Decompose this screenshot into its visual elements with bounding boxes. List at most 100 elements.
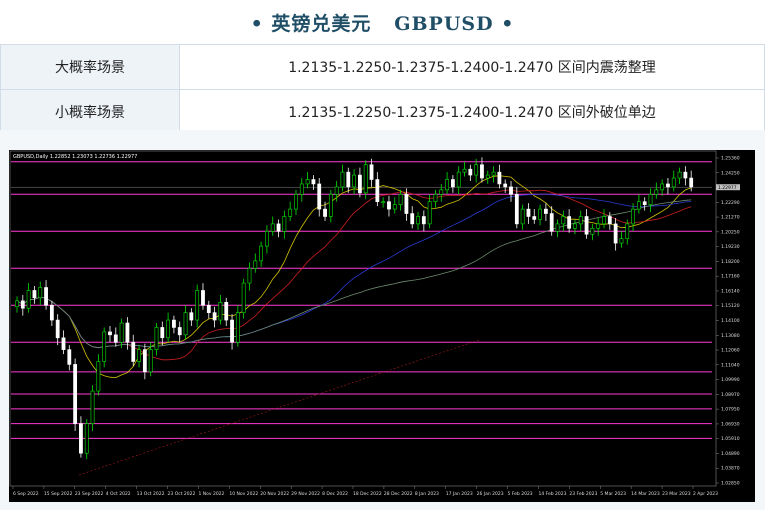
y-tick-label: 1.21270 bbox=[721, 215, 740, 221]
candle-body bbox=[183, 312, 188, 336]
y-tick-label: 1.16140 bbox=[721, 288, 740, 294]
y-tick-label: 1.20250 bbox=[721, 229, 740, 235]
candle-body bbox=[590, 228, 595, 235]
x-tick-label: 5 Feb 2023 bbox=[508, 491, 533, 497]
candle-body bbox=[201, 290, 205, 306]
candle-body bbox=[96, 361, 101, 392]
y-tick-label: 1.02850 bbox=[721, 481, 740, 487]
candle bbox=[73, 358, 78, 432]
candle-body bbox=[346, 171, 351, 188]
candle-body bbox=[514, 194, 519, 225]
candle-body bbox=[462, 168, 467, 173]
candle-body bbox=[654, 189, 659, 195]
candle-body bbox=[596, 223, 601, 229]
candle-body bbox=[450, 179, 455, 188]
x-tick-label: 15 Sep 2022 bbox=[44, 491, 73, 497]
page-title: • 英镑兑美元 GBPUSD • bbox=[250, 12, 515, 35]
candle-body bbox=[294, 194, 298, 210]
candle bbox=[102, 327, 107, 368]
candle-body bbox=[212, 312, 217, 321]
price-chart[interactable]: GBPUSD,Daily 1.22852 1.23073 1.22736 1.2… bbox=[9, 150, 755, 502]
candle-body bbox=[119, 322, 124, 343]
candle-body bbox=[328, 194, 333, 217]
candle-body bbox=[607, 216, 612, 225]
x-tick-label: 23 Oct 2022 bbox=[168, 491, 196, 497]
candle-body bbox=[265, 230, 269, 247]
candle-body bbox=[683, 171, 688, 179]
candle-body bbox=[660, 183, 665, 191]
y-tick-label: 1.22290 bbox=[721, 200, 740, 206]
candle-body bbox=[543, 208, 548, 214]
candle-body bbox=[177, 327, 182, 336]
y-tick-label: 1.05910 bbox=[721, 436, 740, 442]
chart-area: GBPUSD,Daily 1.22852 1.23073 1.22736 1.2… bbox=[0, 130, 765, 510]
candle-body bbox=[334, 186, 339, 195]
candle-body bbox=[61, 337, 66, 350]
candle-body bbox=[137, 349, 141, 362]
y-tick-label: 1.24250 bbox=[721, 170, 740, 176]
candle-body bbox=[520, 208, 525, 225]
candle-body bbox=[142, 349, 147, 373]
candle-body bbox=[84, 423, 89, 454]
candle-body bbox=[549, 213, 554, 232]
x-tick-label: 13 Oct 2022 bbox=[137, 491, 165, 497]
candle-body bbox=[113, 334, 118, 343]
candle-body bbox=[26, 290, 31, 309]
candle-body bbox=[224, 302, 229, 321]
candle-body bbox=[642, 201, 647, 205]
candle-body bbox=[532, 216, 537, 220]
candle-body bbox=[584, 216, 589, 235]
x-tick-label: 29 Nov 2022 bbox=[291, 491, 320, 497]
candle-body bbox=[468, 168, 473, 176]
candle-body bbox=[404, 194, 409, 214]
candle-body bbox=[619, 238, 624, 244]
candle-body bbox=[79, 423, 83, 454]
scenario-table: 大概率场景 1.2135-1.2250-1.2375-1.2400-1.2470… bbox=[0, 44, 765, 135]
row-value: 1.2135-1.2250-1.2375-1.2400-1.2470 区间外破位… bbox=[179, 89, 765, 135]
x-tick-label: 8 Jan 2023 bbox=[415, 491, 439, 497]
y-tick-label: 1.03870 bbox=[721, 466, 740, 472]
candle-body bbox=[108, 331, 112, 336]
y-tick-label: 1.04890 bbox=[721, 451, 740, 457]
candle-body bbox=[67, 349, 72, 365]
candle-body bbox=[352, 174, 356, 188]
candle-body bbox=[445, 179, 449, 191]
candle-body bbox=[305, 179, 310, 185]
candle-body bbox=[375, 179, 380, 203]
x-tick-label: 26 Jan 2023 bbox=[477, 491, 504, 497]
x-tick-label: 23 Sep 2022 bbox=[75, 491, 104, 497]
y-tick-label: 1.25360 bbox=[721, 156, 740, 162]
candle-body bbox=[363, 164, 368, 194]
candle-body bbox=[526, 208, 531, 217]
candle-body bbox=[235, 312, 240, 343]
candle-body bbox=[456, 171, 461, 188]
candle-body bbox=[613, 223, 618, 244]
candle-body bbox=[392, 204, 397, 210]
candle-body bbox=[189, 312, 194, 321]
candle-body bbox=[323, 208, 327, 217]
table-row: 小概率场景 1.2135-1.2250-1.2375-1.2400-1.2470… bbox=[0, 89, 765, 135]
x-tick-label: 17 Jan 2023 bbox=[446, 491, 473, 497]
candle-body bbox=[503, 183, 508, 188]
x-tick-label: 14 Feb 2023 bbox=[538, 491, 566, 497]
candle-body bbox=[427, 201, 432, 225]
candle-body bbox=[416, 216, 420, 225]
candle-body bbox=[636, 201, 641, 210]
candle-body bbox=[160, 327, 165, 339]
candle-body bbox=[567, 216, 572, 229]
candle-body bbox=[369, 164, 374, 180]
x-tick-label: 23 Mar 2023 bbox=[662, 491, 691, 497]
candle-body bbox=[241, 282, 246, 313]
y-tick-label: 1.15120 bbox=[721, 303, 740, 309]
candle-body bbox=[218, 302, 223, 321]
candle-body bbox=[282, 216, 287, 232]
y-tick-label: 1.19230 bbox=[721, 244, 740, 250]
candle-body bbox=[154, 327, 159, 350]
y-tick-label: 1.12060 bbox=[721, 348, 740, 354]
candle-body bbox=[421, 216, 426, 225]
candle-body bbox=[561, 216, 566, 225]
candle-body bbox=[578, 216, 583, 225]
candle-body bbox=[398, 194, 403, 205]
candle-body bbox=[555, 223, 560, 232]
candle-body bbox=[288, 208, 293, 217]
